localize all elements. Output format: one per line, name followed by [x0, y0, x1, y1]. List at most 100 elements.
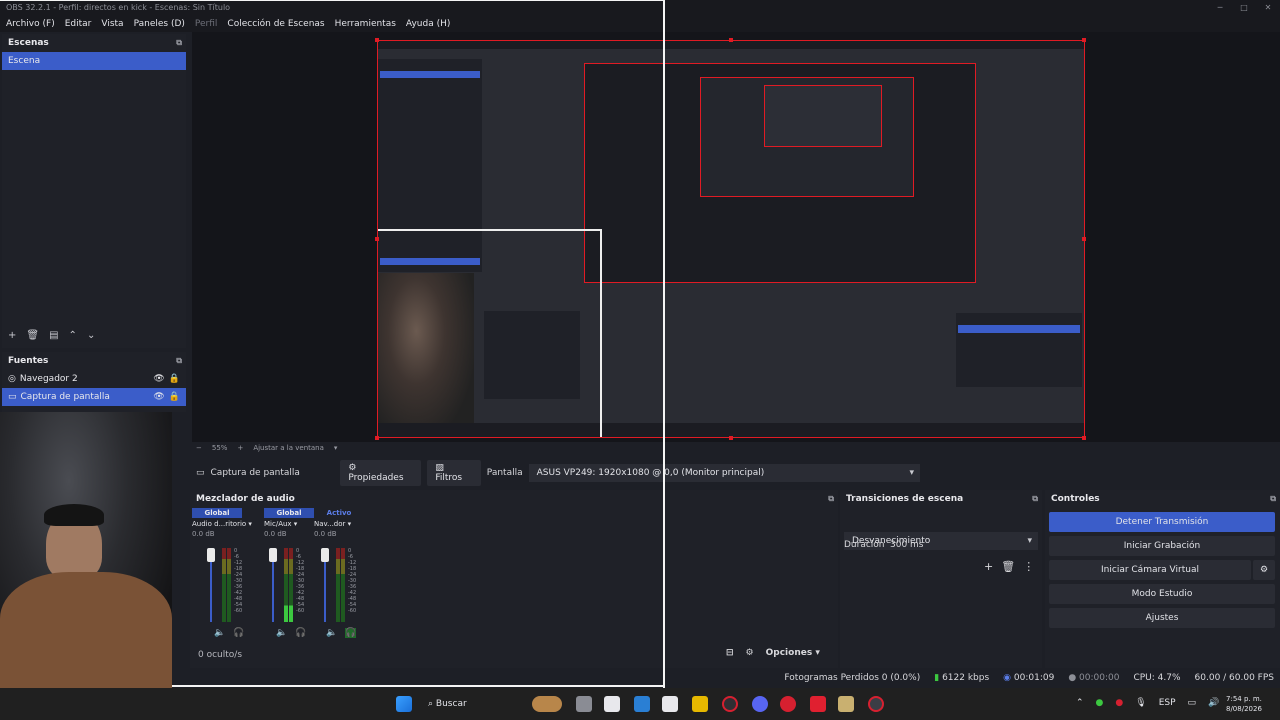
menu-edit[interactable]: Editar [65, 19, 92, 29]
discord-icon[interactable] [752, 696, 768, 712]
close-icon[interactable]: ✕ [1256, 0, 1280, 16]
menu-profile[interactable]: Perfil [195, 19, 218, 29]
menu-help[interactable]: Ayuda (H) [406, 19, 450, 29]
undock-icon[interactable]: ⧉ [828, 490, 834, 508]
speaker-icon[interactable]: 🔈 [326, 628, 337, 638]
trash-icon[interactable]: 🗑 [1001, 560, 1015, 573]
resize-handle[interactable] [375, 237, 379, 241]
menu-tools[interactable]: Herramientas [335, 19, 396, 29]
chevron-down-icon[interactable]: ▾ [334, 444, 338, 456]
app-icon[interactable] [838, 696, 854, 712]
up-icon[interactable]: ⌃ [69, 330, 77, 341]
taskbar-search[interactable]: ⌕ Buscar [424, 694, 532, 714]
transitions-dock: Transiciones de escena ⧉ Desvanecimiento… [840, 490, 1042, 668]
menu-docks[interactable]: Paneles (D) [134, 19, 185, 29]
display-select[interactable]: ASUS VP249: 1920x1080 @ 0,0 (Monitor pri… [528, 464, 920, 482]
speaker-icon[interactable]: 🔈 [214, 628, 225, 638]
add-icon[interactable]: + [984, 560, 993, 573]
zoom-out-icon[interactable]: − [196, 444, 202, 456]
chevron-up-icon[interactable]: ⌃ [1076, 698, 1084, 708]
fader-knob[interactable] [321, 548, 329, 562]
nested-scene-sel [380, 71, 480, 78]
minimize-icon[interactable]: ─ [1208, 0, 1232, 16]
level-meter [222, 548, 226, 622]
app-icon[interactable] [810, 696, 826, 712]
start-virtual-camera-button[interactable]: Iniciar Cámara Virtual [1049, 560, 1251, 580]
tray-app-icon[interactable]: ● [1115, 698, 1123, 708]
resize-handle[interactable] [729, 436, 733, 440]
notion-icon[interactable] [662, 696, 678, 712]
undock-icon[interactable]: ⧉ [1032, 490, 1038, 508]
zoom-bar: − 55% + Ajustar a la ventana ▾ [196, 444, 337, 456]
settings-button[interactable]: Ajustes [1049, 608, 1275, 628]
preview-canvas[interactable] [377, 40, 1085, 438]
windows-start-icon[interactable] [396, 696, 412, 712]
filter-icon[interactable]: ▤ [49, 330, 58, 341]
resize-handle[interactable] [1082, 38, 1086, 42]
clock[interactable]: 7:54 p. m. 8/08/2026 [1226, 694, 1262, 714]
filters-button[interactable]: ▨ Filtros [427, 460, 481, 486]
properties-button[interactable]: ⚙ Propiedades [340, 460, 422, 486]
language-indicator[interactable]: ESP [1159, 698, 1176, 708]
task-view-icon[interactable] [576, 696, 592, 712]
fader-knob[interactable] [207, 548, 215, 562]
folder-icon[interactable] [692, 696, 708, 712]
gear-icon[interactable]: ⚙ [1253, 560, 1275, 580]
eye-icon[interactable]: 👁 [153, 370, 164, 388]
zoom-in-icon[interactable]: + [237, 444, 243, 456]
start-recording-button[interactable]: Iniciar Grabación [1049, 536, 1275, 556]
eye-icon[interactable]: 👁 [153, 388, 164, 406]
undock-icon[interactable]: ⧉ [1270, 490, 1276, 508]
tray-app-icon[interactable]: ● [1096, 698, 1104, 708]
lock-icon[interactable]: 🔒 [169, 388, 180, 406]
add-icon[interactable]: + [8, 330, 16, 341]
channel-name[interactable]: Mic/Aux ▾ [264, 518, 314, 530]
duration-input[interactable]: 300 ms [888, 538, 1038, 552]
lock-icon[interactable]: 🔒 [169, 370, 180, 388]
stop-streaming-button[interactable]: Detener Transmisión [1049, 512, 1275, 532]
headphones-icon[interactable]: 🎧 [233, 628, 244, 638]
studio-mode-button[interactable]: Modo Estudio [1049, 584, 1275, 604]
options-button[interactable]: Opciones ▾ [766, 648, 820, 658]
menu-scene-collection[interactable]: Colección de Escenas [227, 19, 324, 29]
menu-file[interactable]: Archivo (F) [6, 19, 55, 29]
down-icon[interactable]: ⌄ [87, 330, 95, 341]
chrome-icon[interactable] [868, 696, 884, 712]
channel-name[interactable]: Audio d...ritorio ▾ [192, 518, 252, 530]
scene-item[interactable]: Escena [2, 52, 186, 70]
resize-handle[interactable] [729, 38, 733, 42]
source-item-selected[interactable]: ▭ Captura de pantalla 👁 🔒 [2, 388, 186, 406]
trash-icon[interactable]: 🗑 [26, 330, 39, 341]
calendar-icon[interactable] [604, 696, 620, 712]
obs-icon[interactable] [722, 696, 738, 712]
undock-icon[interactable]: ⧉ [176, 34, 182, 52]
maximize-icon[interactable]: □ [1232, 0, 1256, 16]
system-tray: ⌃ ● ● 🎙 ESP ▭ 🔊 [1076, 698, 1219, 708]
headphones-icon[interactable]: 🎧 [345, 628, 357, 638]
mic-icon[interactable]: 🎙 [1135, 698, 1146, 708]
resize-handle[interactable] [375, 38, 379, 42]
speaker-icon[interactable]: 🔈 [276, 628, 287, 638]
layout-icon[interactable]: ⊟ [726, 648, 734, 658]
menu-view[interactable]: Vista [101, 19, 123, 29]
channel-name[interactable]: Nav...dor ▾ [314, 518, 364, 530]
source-item[interactable]: ◎ Navegador 2 👁 🔒 [2, 370, 186, 388]
fit-window-label[interactable]: Ajustar a la ventana [253, 444, 324, 456]
check-icon[interactable] [634, 696, 650, 712]
fader-knob[interactable] [269, 548, 277, 562]
app-icon[interactable] [780, 696, 796, 712]
news-widget-icon[interactable] [532, 696, 562, 712]
resize-handle[interactable] [1082, 436, 1086, 440]
crop-line [0, 0, 665, 1]
channel-buttons: 🔈 🎧 [326, 628, 357, 638]
resize-handle[interactable] [375, 436, 379, 440]
headphones-icon[interactable]: 🎧 [295, 628, 306, 638]
network-icon[interactable]: ▭ [1188, 698, 1197, 708]
volume-icon[interactable]: 🔊 [1208, 698, 1219, 708]
nested-taskbar [378, 423, 1084, 437]
more-icon[interactable]: ⋮ [1023, 560, 1034, 573]
gear-icon[interactable]: ⚙ [746, 648, 754, 658]
cpu-usage: CPU: 4.7% [1133, 673, 1181, 683]
undock-icon[interactable]: ⧉ [176, 352, 182, 370]
resize-handle[interactable] [1082, 237, 1086, 241]
